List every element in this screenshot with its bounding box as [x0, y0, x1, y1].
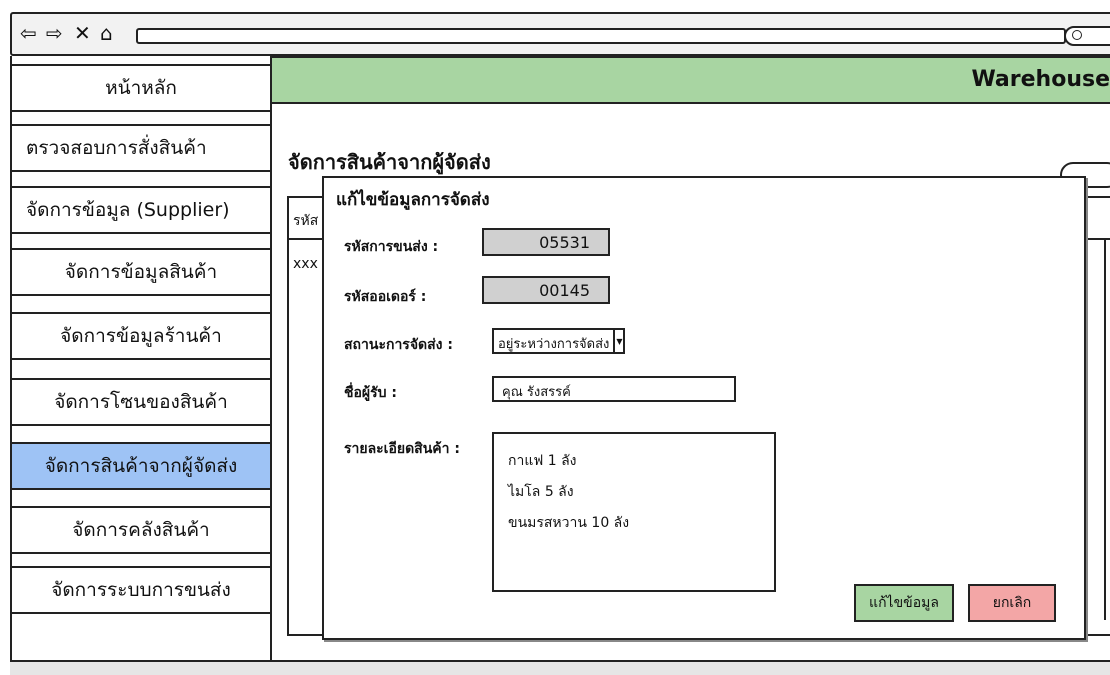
browser-search[interactable] [1064, 26, 1110, 46]
search-icon [1072, 30, 1082, 40]
sidebar-item-label: ตรวจสอบการสั่งสินค้า [26, 137, 207, 159]
chevron-down-icon[interactable]: ▼ [613, 328, 626, 354]
sidebar-item-transport[interactable]: จัดการระบบการขนส่ง [10, 566, 272, 614]
details-textarea[interactable]: กาแฟ 1 ลัง ไมโล 5 ลัง ขนมรสหวาน 10 ลัง [492, 432, 776, 592]
sidebar-item-label: หน้าหลัก [105, 77, 177, 99]
details-label: รายละเอียดสินค้า : [344, 441, 460, 457]
sidebar-item-label: จัดการคลังสินค้า [72, 519, 210, 541]
order-id-field: 00145 [482, 276, 610, 304]
edit-shipping-dialog: แก้ไขข้อมูลการจัดส่ง รหัสการขนส่ง : 0553… [322, 176, 1086, 640]
dialog-title: แก้ไขข้อมูลการจัดส่ง [336, 190, 490, 210]
sidebar-item-stores[interactable]: จัดการข้อมูลร้านค้า [10, 312, 272, 360]
sidebar-item-label: จัดการข้อมูลสินค้า [64, 261, 218, 283]
table-header-cell: รหัส [293, 213, 319, 229]
details-line: ไมโล 5 ลัง [508, 484, 574, 500]
status-bar [10, 660, 1110, 675]
page-title: จัดการสินค้าจากผู้จัดส่ง [288, 150, 491, 174]
sidebar-item-label: จัดการข้อมูลร้านค้า [60, 325, 222, 347]
sidebar-item-warehouse[interactable]: จัดการคลังสินค้า [10, 506, 272, 554]
home-icon[interactable]: ⌂ [100, 21, 113, 45]
back-arrow-icon[interactable]: ⇦ [20, 21, 37, 45]
url-bar[interactable] [136, 28, 1066, 44]
app-window: ⇦ ⇨ ✕ ⌂ หน้าหลัก ตรวจสอบการสั่งสินค้า จั… [0, 0, 1110, 675]
sidebar-item-label: จัดการโซนของสินค้า [54, 391, 228, 413]
table-cell: xxx [293, 256, 318, 272]
recipient-label: ชื่อผู้รับ : [344, 385, 397, 401]
order-id-label: รหัสออเดอร์ : [344, 289, 427, 305]
edit-button[interactable]: แก้ไขข้อมูล [854, 584, 954, 622]
status-selected-value: อยู่ระหว่างการจัดส่ง [492, 328, 614, 354]
forward-arrow-icon[interactable]: ⇨ [46, 21, 63, 45]
sidebar-item-label: จัดการระบบการขนส่ง [51, 579, 231, 601]
app-title: Warehouse [971, 67, 1110, 92]
sidebar-item-supplier-goods[interactable]: จัดการสินค้าจากผู้จัดส่ง [10, 442, 272, 490]
shipping-id-label: รหัสการขนส่ง : [344, 239, 439, 255]
shipping-id-field: 05531 [482, 228, 610, 256]
sidebar-item-products[interactable]: จัดการข้อมูลสินค้า [10, 248, 272, 296]
scrollbar[interactable] [1104, 240, 1110, 620]
sidebar-item-home[interactable]: หน้าหลัก [10, 64, 272, 112]
cancel-button[interactable]: ยกเลิก [968, 584, 1056, 622]
details-line: กาแฟ 1 ลัง [508, 453, 577, 469]
close-icon[interactable]: ✕ [74, 21, 91, 45]
sidebar-item-label: จัดการข้อมูล (Supplier) [26, 199, 230, 221]
header-banner: Warehouse [272, 56, 1110, 104]
sidebar-item-label: จัดการสินค้าจากผู้จัดส่ง [44, 455, 238, 477]
status-select[interactable]: อยู่ระหว่างการจัดส่ง ▼ [492, 328, 626, 354]
details-line: ขนมรสหวาน 10 ลัง [508, 515, 630, 531]
recipient-input[interactable]: คุณ รังสรรค์ [492, 376, 736, 402]
sidebar-item-check-orders[interactable]: ตรวจสอบการสั่งสินค้า [10, 124, 272, 172]
sidebar-item-zones[interactable]: จัดการโซนของสินค้า [10, 378, 272, 426]
sidebar-item-supplier[interactable]: จัดการข้อมูล (Supplier) [10, 186, 272, 234]
status-label: สถานะการจัดส่ง : [344, 337, 453, 353]
